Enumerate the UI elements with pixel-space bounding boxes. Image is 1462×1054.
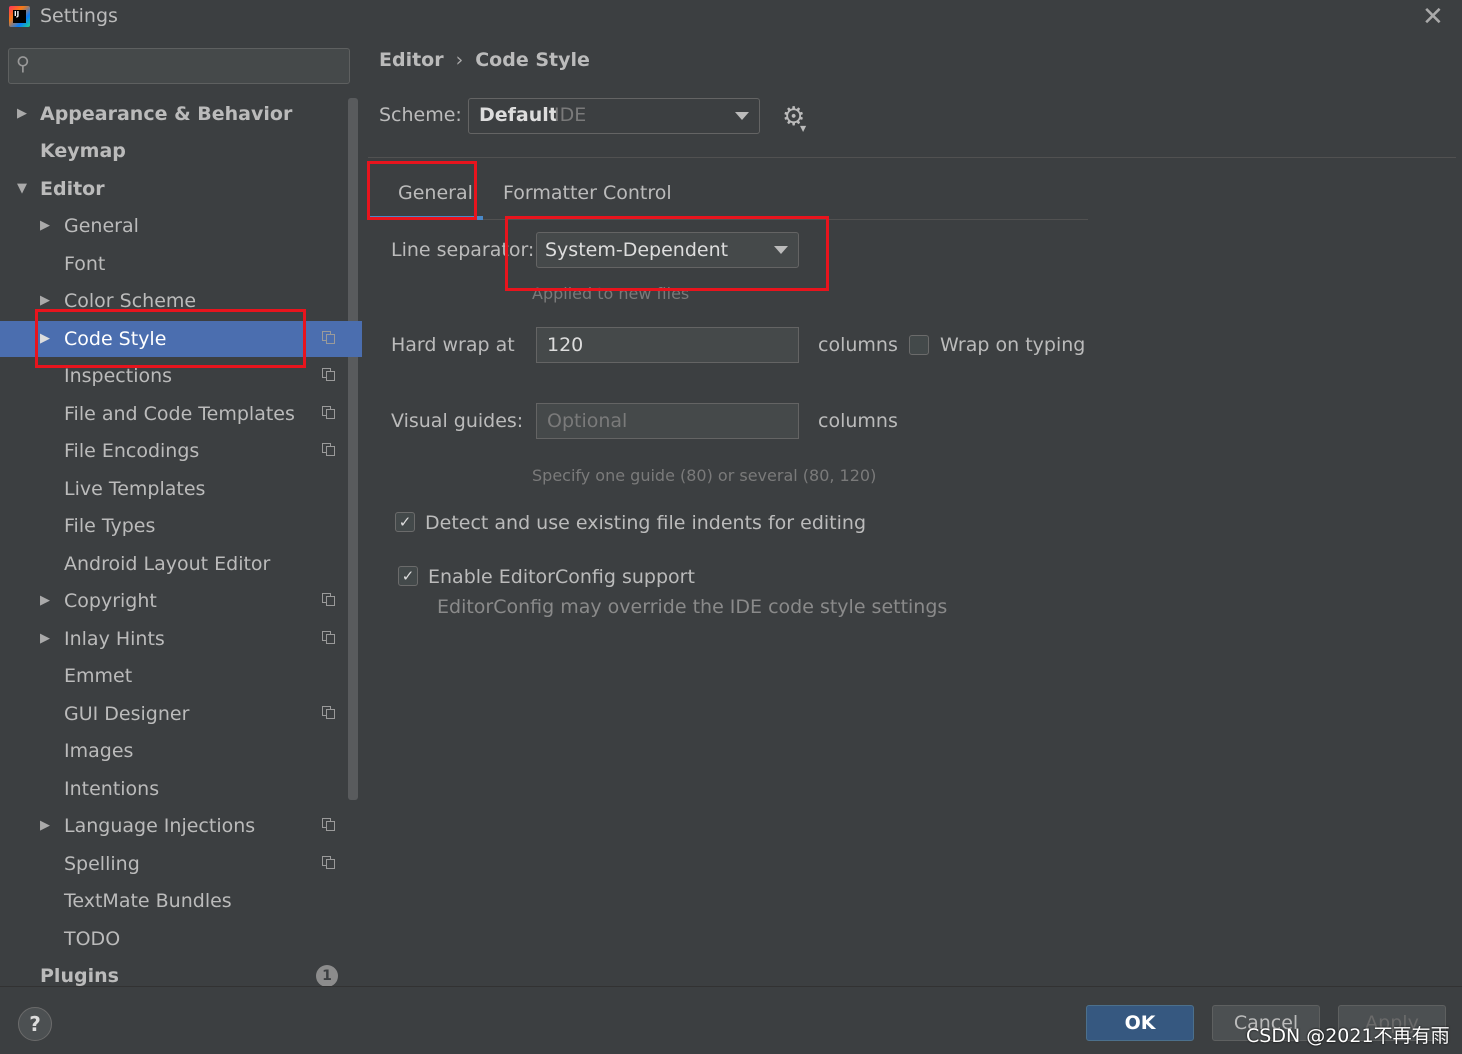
- expand-arrow-icon[interactable]: ▶: [40, 208, 50, 244]
- close-icon[interactable]: ✕: [1422, 2, 1444, 32]
- sidebar-item-appearance-behavior[interactable]: ▶ Appearance & Behavior: [0, 96, 348, 132]
- editorconfig-hint: EditorConfig may override the IDE code s…: [437, 596, 948, 618]
- detect-indents-label[interactable]: Detect and use existing file indents for…: [425, 512, 866, 534]
- chevron-down-icon: [735, 112, 749, 120]
- project-scope-icon: [322, 593, 336, 607]
- search-input[interactable]: [43, 53, 343, 79]
- sidebar-item-file-encodings[interactable]: File Encodings: [0, 433, 348, 469]
- sidebar-item-inlay-hints[interactable]: ▶ Inlay Hints: [0, 621, 348, 657]
- sidebar-item-keymap[interactable]: Keymap: [0, 133, 348, 169]
- collapse-arrow-icon[interactable]: ▼: [17, 171, 27, 207]
- project-scope-icon: [322, 443, 336, 457]
- annotation-highlight-box: [35, 309, 306, 368]
- dialog-footer: ? OK Cancel Apply CSDN @2021不再有雨: [0, 986, 1462, 1054]
- sidebar-item-spelling[interactable]: Spelling: [0, 846, 348, 882]
- project-scope-icon: [322, 406, 336, 420]
- breadcrumb-code-style: Code Style: [475, 49, 590, 71]
- sidebar-item-copyright[interactable]: ▶ Copyright: [0, 583, 348, 619]
- sidebar-item-textmate-bundles[interactable]: TextMate Bundles: [0, 883, 348, 919]
- expand-arrow-icon[interactable]: ▶: [40, 621, 50, 657]
- hard-wrap-unit: columns: [818, 334, 898, 356]
- visual-guides-hint: Specify one guide (80) or several (80, 1…: [532, 466, 877, 485]
- expand-arrow-icon[interactable]: ▶: [40, 808, 50, 844]
- scheme-label: Scheme:: [379, 104, 462, 126]
- settings-content: Editor › Code Style Scheme: Default IDE ⚙ …: [362, 34, 1462, 986]
- title-bar: IJ Settings ✕: [0, 0, 1462, 34]
- help-button[interactable]: ?: [18, 1007, 52, 1041]
- divider: [368, 157, 1456, 158]
- scheme-sub-value: IDE: [554, 104, 587, 126]
- ok-button[interactable]: OK: [1086, 1005, 1194, 1041]
- sidebar-item-gui-designer[interactable]: GUI Designer: [0, 696, 348, 732]
- project-scope-icon: [322, 818, 336, 832]
- csdn-watermark: CSDN @2021不再有雨: [1246, 1025, 1450, 1047]
- sidebar-item-live-templates[interactable]: Live Templates: [0, 471, 348, 507]
- project-scope-icon: [322, 706, 336, 720]
- sidebar-item-language-injections[interactable]: ▶ Language Injections: [0, 808, 348, 844]
- tab-formatter-control[interactable]: Formatter Control: [503, 182, 672, 204]
- visual-guides-input[interactable]: [536, 403, 799, 439]
- sidebar-scrollbar[interactable]: [348, 98, 358, 800]
- scheme-dropdown[interactable]: Default IDE: [468, 98, 760, 134]
- sidebar-item-font[interactable]: Font: [0, 246, 348, 282]
- sidebar-item-editor[interactable]: ▼ Editor: [0, 171, 348, 207]
- sidebar-item-images[interactable]: Images: [0, 733, 348, 769]
- window-title: Settings: [40, 5, 118, 27]
- annotation-highlight-box: [505, 216, 829, 291]
- plugins-update-badge: 1: [316, 965, 338, 987]
- settings-sidebar: ⚲ ▶ Appearance & Behavior Keymap ▼ Edito…: [0, 34, 362, 987]
- expand-arrow-icon[interactable]: ▶: [40, 583, 50, 619]
- visual-guides-label: Visual guides:: [391, 410, 524, 432]
- search-icon: ⚲: [16, 53, 30, 75]
- sidebar-item-intentions[interactable]: Intentions: [0, 771, 348, 807]
- wrap-on-typing-checkbox[interactable]: [909, 335, 929, 355]
- breadcrumb-editor[interactable]: Editor: [379, 49, 444, 71]
- project-scope-icon: [322, 368, 336, 382]
- editorconfig-label[interactable]: Enable EditorConfig support: [428, 566, 695, 588]
- detect-indents-checkbox[interactable]: ✓: [395, 512, 415, 532]
- intellij-logo-icon: IJ: [9, 6, 30, 27]
- visual-guides-unit: columns: [818, 410, 898, 432]
- project-scope-icon: [322, 631, 336, 645]
- project-scope-icon: [322, 331, 336, 345]
- hard-wrap-input[interactable]: [536, 327, 799, 363]
- sidebar-item-android-layout-editor[interactable]: Android Layout Editor: [0, 546, 348, 582]
- breadcrumb-separator-icon: ›: [455, 49, 464, 71]
- gear-caret-icon: ▼: [800, 124, 807, 133]
- editorconfig-checkbox[interactable]: ✓: [398, 566, 418, 586]
- sidebar-item-emmet[interactable]: Emmet: [0, 658, 348, 694]
- breadcrumb: Editor › Code Style: [379, 49, 590, 71]
- expand-arrow-icon[interactable]: ▶: [17, 96, 27, 132]
- sidebar-item-todo[interactable]: TODO: [0, 921, 348, 957]
- wrap-on-typing-label[interactable]: Wrap on typing: [940, 334, 1085, 356]
- scheme-value: Default: [479, 104, 558, 126]
- sidebar-item-general[interactable]: ▶ General: [0, 208, 348, 244]
- sidebar-item-file-types[interactable]: File Types: [0, 508, 348, 544]
- settings-search[interactable]: ⚲: [8, 48, 350, 84]
- hard-wrap-label: Hard wrap at: [391, 334, 515, 356]
- project-scope-icon: [322, 856, 336, 870]
- sidebar-item-file-code-templates[interactable]: File and Code Templates: [0, 396, 348, 432]
- annotation-highlight-box: [367, 161, 477, 220]
